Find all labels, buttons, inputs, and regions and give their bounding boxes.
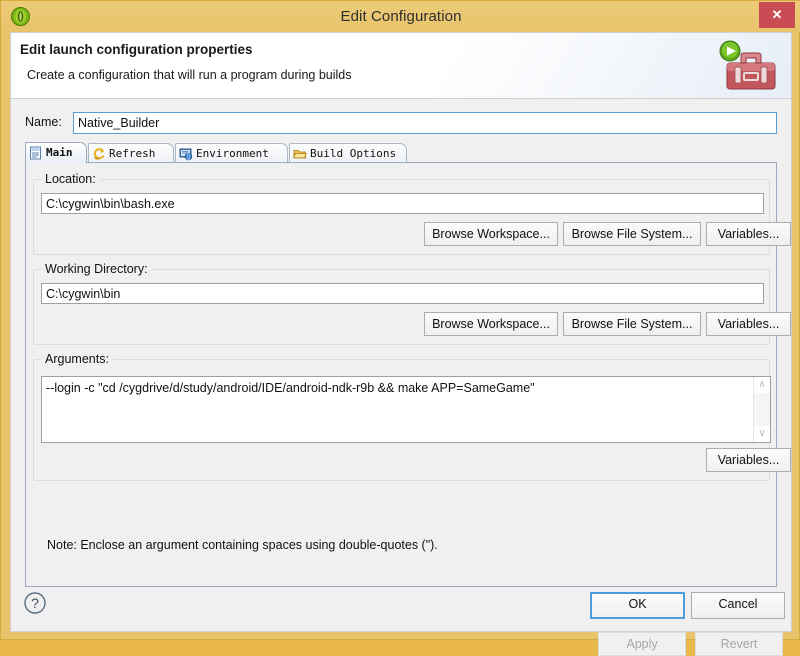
titlebar: Edit Configuration ✕ <box>1 1 800 32</box>
arguments-value: --login -c "cd /cygdrive/d/study/android… <box>46 381 535 395</box>
working-directory-input[interactable] <box>41 283 764 304</box>
location-variables-button[interactable]: Variables... <box>706 222 791 246</box>
help-icon[interactable]: ? <box>23 591 47 615</box>
main-tab-panel: Location: Browse Workspace... Browse Fil… <box>25 163 791 587</box>
window-title: Edit Configuration <box>340 8 462 25</box>
arguments-group: Arguments: --login -c "cd /cygdrive/d/st… <box>33 352 791 481</box>
page-subtitle: Create a configuration that will run a p… <box>27 68 352 82</box>
name-label: Name: <box>25 115 62 129</box>
tab-environment[interactable]: Environment <box>175 143 288 163</box>
dialog-header: Edit launch configuration properties Cre… <box>10 32 792 99</box>
scroll-up-icon[interactable]: ∧ <box>754 377 770 393</box>
name-input[interactable] <box>73 112 777 134</box>
scrollbar-track[interactable] <box>754 393 770 426</box>
dialog-body: Name: Main <box>10 99 792 656</box>
tab-environment-label: Environment <box>196 147 269 160</box>
tab-build-options[interactable]: Build Options <box>289 143 407 163</box>
apply-button[interactable]: Apply <box>598 632 686 656</box>
svg-text:?: ? <box>31 595 39 611</box>
arguments-textarea[interactable]: --login -c "cd /cygdrive/d/study/android… <box>41 376 771 443</box>
tab-refresh-label: Refresh <box>109 147 156 160</box>
location-browse-workspace-button[interactable]: Browse Workspace... <box>424 222 558 246</box>
refresh-icon <box>92 147 106 161</box>
toolbox-run-icon <box>711 37 781 95</box>
cancel-button[interactable]: Cancel <box>691 592 785 619</box>
close-icon[interactable]: ✕ <box>759 2 795 28</box>
working-directory-label: Working Directory: <box>41 262 152 276</box>
workdir-variables-button[interactable]: Variables... <box>706 312 791 336</box>
location-input[interactable] <box>41 193 764 214</box>
arguments-scrollbar[interactable]: ∧ ∨ <box>753 377 770 442</box>
revert-button[interactable]: Revert <box>695 632 783 656</box>
location-browse-file-system-button[interactable]: Browse File System... <box>563 222 701 246</box>
name-row: Name: <box>25 112 777 136</box>
document-icon <box>29 146 43 160</box>
tabstrip: Main Refresh Environment Build Options <box>25 142 777 163</box>
working-directory-group: Working Directory: Browse Workspace... B… <box>33 262 791 345</box>
folder-icon <box>293 147 307 161</box>
location-label: Location: <box>41 172 100 186</box>
tab-main[interactable]: Main <box>25 142 87 163</box>
tab-refresh[interactable]: Refresh <box>88 143 174 163</box>
location-group: Location: Browse Workspace... Browse Fil… <box>33 172 791 255</box>
tab-main-label: Main <box>46 146 73 159</box>
workdir-browse-workspace-button[interactable]: Browse Workspace... <box>424 312 558 336</box>
tab-build-options-label: Build Options <box>310 147 397 160</box>
arguments-variables-button[interactable]: Variables... <box>706 448 791 472</box>
workdir-browse-file-system-button[interactable]: Browse File System... <box>563 312 701 336</box>
ok-button[interactable]: OK <box>590 592 685 619</box>
arguments-label: Arguments: <box>41 352 113 366</box>
environment-icon <box>179 147 193 161</box>
arguments-note: Note: Enclose an argument containing spa… <box>47 538 438 552</box>
edit-configuration-dialog: Edit Configuration ✕ Edit launch configu… <box>0 0 800 656</box>
scroll-down-icon[interactable]: ∨ <box>754 426 770 442</box>
page-title: Edit launch configuration properties <box>20 42 253 57</box>
